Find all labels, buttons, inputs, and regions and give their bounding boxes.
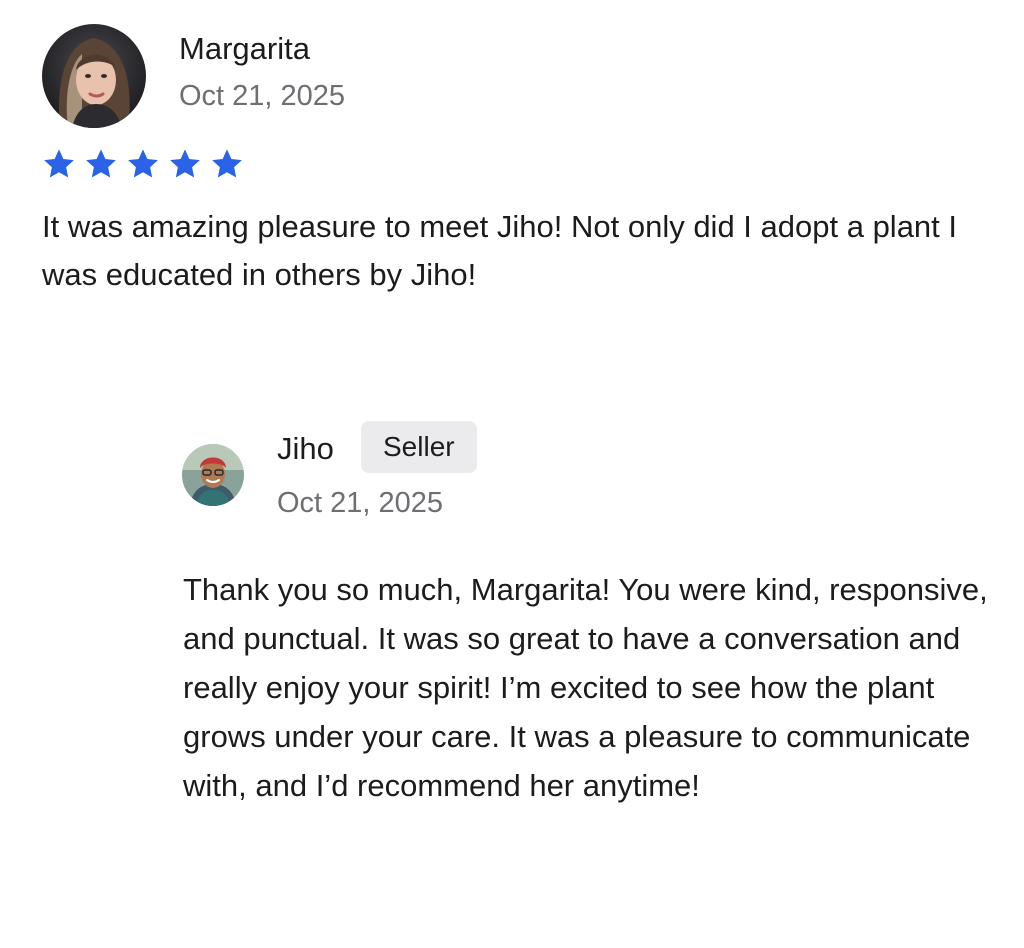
- star-icon: [210, 148, 244, 181]
- seller-badge: Seller: [361, 421, 477, 473]
- reply-text: Thank you so much, Margarita! You were k…: [183, 572, 988, 803]
- star-rating: [42, 148, 244, 181]
- seller-name[interactable]: Jiho: [277, 429, 334, 469]
- reviewer-name[interactable]: Margarita: [179, 30, 310, 68]
- star-icon: [126, 148, 160, 181]
- reviewer-avatar[interactable]: [42, 24, 146, 128]
- reply-date: Oct 21, 2025: [277, 487, 444, 519]
- review-date: Oct 21, 2025: [179, 80, 346, 112]
- star-icon: [168, 148, 202, 181]
- review-text: It was amazing pleasure to meet Jiho! No…: [42, 209, 958, 292]
- seller-avatar[interactable]: [182, 444, 244, 506]
- star-icon: [42, 148, 76, 181]
- star-icon: [84, 148, 118, 181]
